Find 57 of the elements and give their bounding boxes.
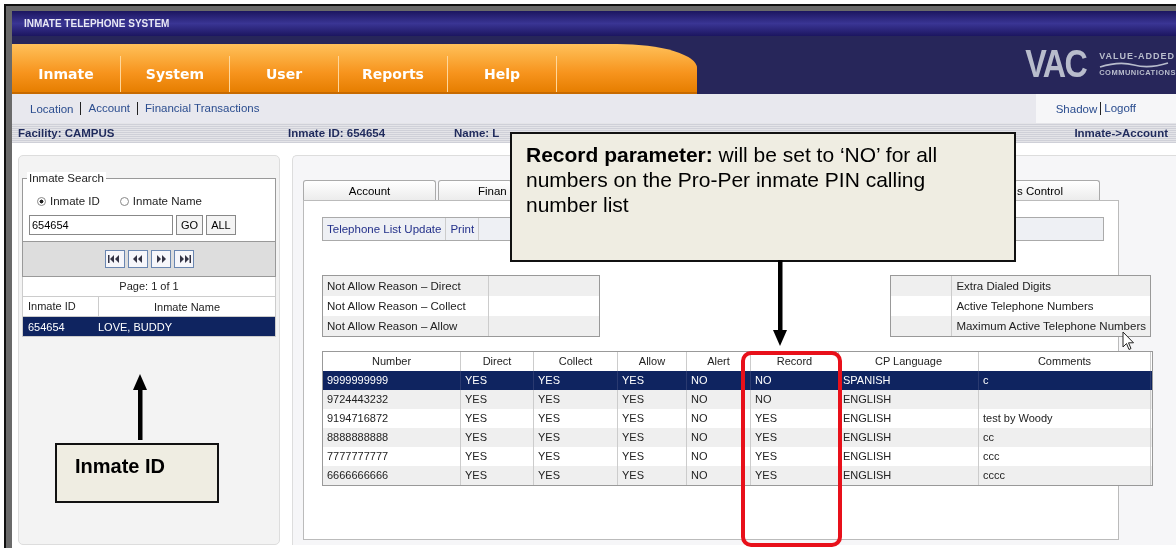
table-cell-text: Maximum Active Telephone Numbers — [955, 319, 1147, 334]
user-link[interactable]: Shadow — [1055, 102, 1098, 115]
column-header: Inmate Name — [153, 300, 221, 313]
nav-link[interactable]: Account — [80, 102, 131, 115]
table-cell: YES — [618, 466, 687, 485]
pager-arrow-icon — [107, 255, 122, 263]
tab[interactable]: Account — [303, 180, 436, 200]
pager-button[interactable] — [104, 250, 125, 268]
page-indicator: Page: 1 of 1 — [119, 280, 179, 292]
search-button[interactable]: ALL — [206, 215, 236, 235]
callout-text: Record parameter: will be set to ‘NO’ for all numbers on the Pro-Per inmate PIN calling number list — [526, 143, 938, 216]
breadcrumb: Inmate->Account — [1074, 127, 1168, 139]
pager-button[interactable] — [127, 250, 148, 268]
table-cell: YES — [461, 466, 534, 485]
facility-label: Facility: CAMPUS — [18, 127, 116, 139]
swoosh-icon — [1099, 61, 1170, 68]
tab[interactable]: s Control — [1014, 180, 1100, 200]
pager-button[interactable] — [173, 250, 194, 268]
column-header: Inmate ID — [23, 297, 99, 316]
nav-link[interactable]: Location — [30, 102, 74, 115]
sub-tab[interactable]: Telephone List Update — [323, 218, 447, 240]
mouse-pointer-icon — [1122, 331, 1135, 351]
table-cell-text: Active Telephone Numbers — [955, 299, 1095, 314]
table-cell: NO — [687, 466, 751, 485]
search-field[interactable]: 654654 — [29, 215, 173, 235]
table-cell: YES — [751, 466, 839, 485]
radio-icon[interactable] — [37, 196, 46, 206]
user-link[interactable]: Logoff — [1100, 102, 1136, 115]
logo-mark: VAC — [1025, 42, 1086, 86]
phone-row[interactable]: 6666666666 YES YES YES NO YES ENGLISH cccc — [323, 466, 1152, 485]
group-title: Inmate Search — [27, 172, 106, 184]
table-cell: Not Allow Reason – Allow — [323, 316, 489, 336]
nav-link[interactable]: Financial Transactions — [137, 102, 260, 115]
phone-row[interactable]: 8888888888 YES YES YES NO YES ENGLISH cc — [323, 428, 1152, 447]
tab[interactable]: Finan — [438, 180, 512, 200]
table-cell: cccc — [979, 466, 1151, 485]
app-title: INMATE TELEPHONE SYSTEM — [24, 18, 170, 29]
arrow-up — [133, 374, 147, 440]
radio-option[interactable]: Inmate ID — [37, 195, 100, 207]
name-label: Name: L — [454, 127, 500, 139]
search-button[interactable]: GO — [176, 215, 204, 235]
callout-text: Inmate ID — [75, 455, 166, 477]
sub-tab[interactable]: Print — [446, 218, 480, 240]
table-cell: 6666666666 — [323, 466, 461, 485]
table-cell: ENGLISH — [839, 466, 979, 485]
inmate-id-label: Inmate ID: 654654 — [288, 127, 387, 139]
pager-button[interactable] — [150, 250, 171, 268]
result-row[interactable]: 654654 LOVE, BUDDY — [22, 317, 276, 337]
table-cell: LOVE, BUDDY — [98, 320, 172, 333]
phone-row[interactable]: 9999999999 YES YES YES NO NO SPANISH c — [323, 371, 1152, 390]
phone-row[interactable]: 9724443232 YES YES YES NO NO ENGLISH — [323, 390, 1152, 409]
radio-option[interactable]: Inmate Name — [119, 195, 202, 207]
logo-text: VALUE-ADDED — [1099, 51, 1176, 61]
radio-icon[interactable] — [119, 196, 129, 206]
table-cell-text: Extra Dialed Digits — [955, 279, 1052, 294]
table-cell-text: 654654 — [27, 320, 66, 333]
table-cell: YES — [534, 466, 618, 485]
